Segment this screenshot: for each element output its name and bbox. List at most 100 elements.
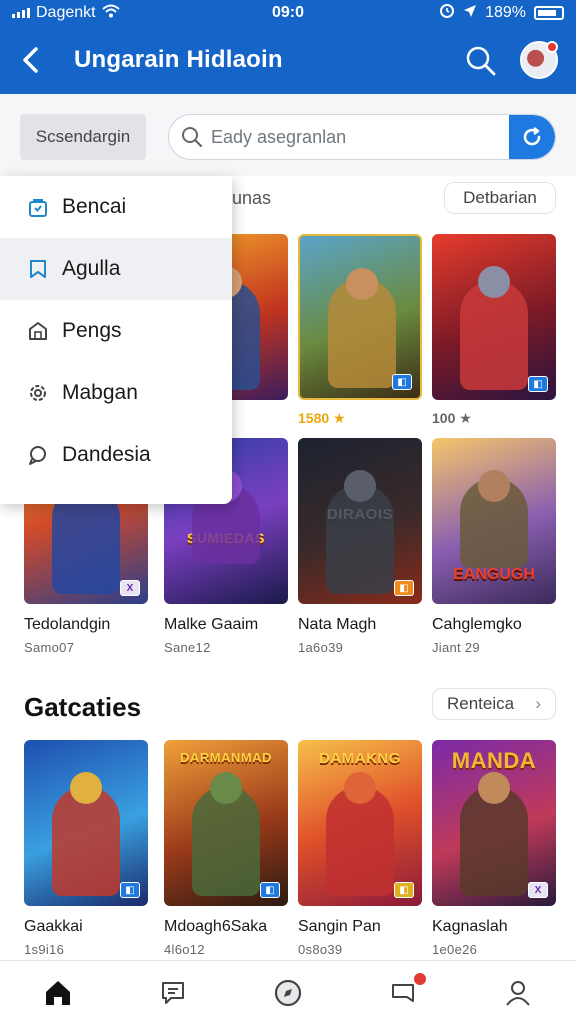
search-input[interactable] (211, 126, 511, 148)
section-heading-partial: unas (232, 188, 272, 208)
section-header: Gatcaties Renteica › (0, 684, 576, 728)
bottom-nav (0, 960, 576, 1024)
dropdown-item-label: Dandesia (62, 443, 151, 466)
character-head (346, 268, 378, 300)
search-button[interactable] (464, 44, 498, 78)
dropdown-item-mabgan[interactable]: Mabgan (0, 362, 232, 424)
location-icon (463, 4, 477, 23)
game-card[interactable]: ◧ 100 ★ (432, 234, 556, 427)
game-subtitle: 1a6o39 (298, 640, 344, 655)
dropdown-item-dandesia[interactable]: Dandesia (0, 424, 232, 486)
game-card[interactable]: ◧ Gaakkai 1s9i16 (24, 740, 148, 957)
inbox-icon (392, 983, 415, 1002)
dropdown-item-bencai[interactable]: Bencai (0, 176, 232, 238)
game-thumbnail: ◧ (298, 234, 422, 400)
status-bar: Dagenkt 09:0 189% (0, 0, 576, 26)
rating-value: 100 ★ (432, 410, 472, 426)
app-bar: Ungarain Hidlaoin (0, 26, 576, 94)
game-title: Malke Gaaim (164, 616, 259, 633)
wifi-icon (101, 4, 120, 23)
dropdown-item-agulla[interactable]: Agulla (0, 238, 232, 300)
game-thumbnail: ◧ (24, 740, 148, 906)
game-subtitle: 1e0e26 (432, 942, 478, 957)
dropdown-item-label: Pengs (62, 319, 122, 342)
platform-badge: ◧ (392, 374, 412, 390)
rating-value: 1580 ★ (298, 410, 346, 426)
refresh-icon (523, 127, 541, 146)
category-select[interactable]: Scsendargin (20, 114, 146, 160)
game-subtitle: 4l6o12 (164, 942, 205, 957)
page-title: Ungarain Hidlaoin (74, 46, 283, 73)
game-subtitle: Samo07 (24, 640, 75, 655)
profile-icon (506, 980, 531, 1006)
compass-icon (274, 979, 302, 1006)
platform-badge: X (120, 580, 140, 596)
character-head (478, 772, 510, 804)
chat-icon (26, 443, 50, 467)
game-thumbnail: DIRAOIS ◧ (298, 438, 422, 604)
chat-icon (161, 981, 184, 1004)
game-thumbnail: EANGUGH (432, 438, 556, 604)
game-subtitle: Jiant 29 (432, 640, 480, 655)
game-card[interactable]: DAMAKNG ◧ Sangin Pan 0s8o39 (298, 740, 422, 957)
game-title: Nata Magh (298, 616, 377, 633)
carrier-label: Dagenkt (36, 4, 96, 21)
category-dropdown-menu: Bencai Agulla Pengs Mabgan Dandesia (0, 176, 232, 504)
gear-icon (26, 381, 50, 405)
nav-explore[interactable] (230, 961, 345, 1024)
game-title: Gaakkai (24, 918, 83, 935)
nav-messages[interactable] (115, 961, 230, 1024)
section-heading: Gatcaties (24, 692, 142, 722)
dropdown-item-label: Agulla (62, 257, 121, 280)
back-arrow-icon (23, 47, 38, 73)
game-card[interactable]: DIRAOIS ◧ Nata Magh 1a6o39 (298, 438, 422, 655)
game-title: Mdoagh6Saka (164, 918, 268, 935)
game-thumbnail: DAMAKNG ◧ (298, 740, 422, 906)
battery-percent: 189% (485, 4, 526, 21)
avatar[interactable] (520, 41, 558, 79)
nav-inbox[interactable] (346, 961, 461, 1024)
game-art-title: MANDA (451, 748, 537, 773)
bag-icon (26, 195, 50, 219)
search-icon (182, 127, 203, 148)
game-art-title: EANGUGH (453, 566, 535, 583)
dropdown-item-label: Bencai (62, 195, 127, 218)
dropdown-item-label: Mabgan (62, 381, 138, 404)
platform-badge: ◧ (394, 882, 414, 898)
dropdown-item-pengs[interactable]: Pengs (0, 300, 232, 362)
character-head (70, 772, 102, 804)
star-icon: ★ (459, 410, 472, 426)
home-icon (45, 980, 70, 1005)
search-field[interactable] (168, 114, 556, 160)
notification-dot (546, 41, 558, 53)
game-thumbnail: DARMANMAD ◧ (164, 740, 288, 906)
filter-pill[interactable]: Renteica › (432, 688, 556, 720)
battery-icon (534, 6, 564, 20)
platform-badge: ◧ (394, 580, 414, 596)
platform-badge: ◧ (260, 882, 280, 898)
game-thumbnail: MANDA X (432, 740, 556, 906)
refresh-button[interactable] (509, 115, 555, 159)
character-head (344, 772, 376, 804)
game-title: Kagnaslah (432, 918, 508, 935)
nav-profile[interactable] (461, 961, 576, 1024)
bookmark-icon (26, 257, 50, 281)
filter-bar: Scsendargin (0, 94, 576, 176)
game-card[interactable]: EANGUGH Cahglemgko Jiant 29 (432, 438, 556, 655)
nav-home[interactable] (0, 961, 115, 1024)
house-icon (26, 319, 50, 343)
game-thumbnail: ◧ (432, 234, 556, 400)
game-card[interactable]: DARMANMAD ◧ Mdoagh6Saka 4l6o12 (164, 740, 288, 957)
game-card[interactable]: MANDA X Kagnaslah 1e0e26 (432, 740, 556, 957)
game-subtitle: 1s9i16 (24, 942, 65, 957)
filter-pill-label: Renteica (447, 694, 515, 713)
star-icon: ★ (333, 410, 346, 426)
platform-badge: ◧ (120, 882, 140, 898)
game-title: Sangin Pan (298, 918, 381, 935)
filter-pill[interactable]: Detbarian (444, 182, 556, 214)
game-card[interactable]: ◧ 1580 ★ (298, 234, 422, 427)
notification-badge (413, 973, 426, 985)
back-button[interactable] (0, 26, 60, 94)
search-icon (466, 46, 496, 76)
character-head (210, 772, 242, 804)
